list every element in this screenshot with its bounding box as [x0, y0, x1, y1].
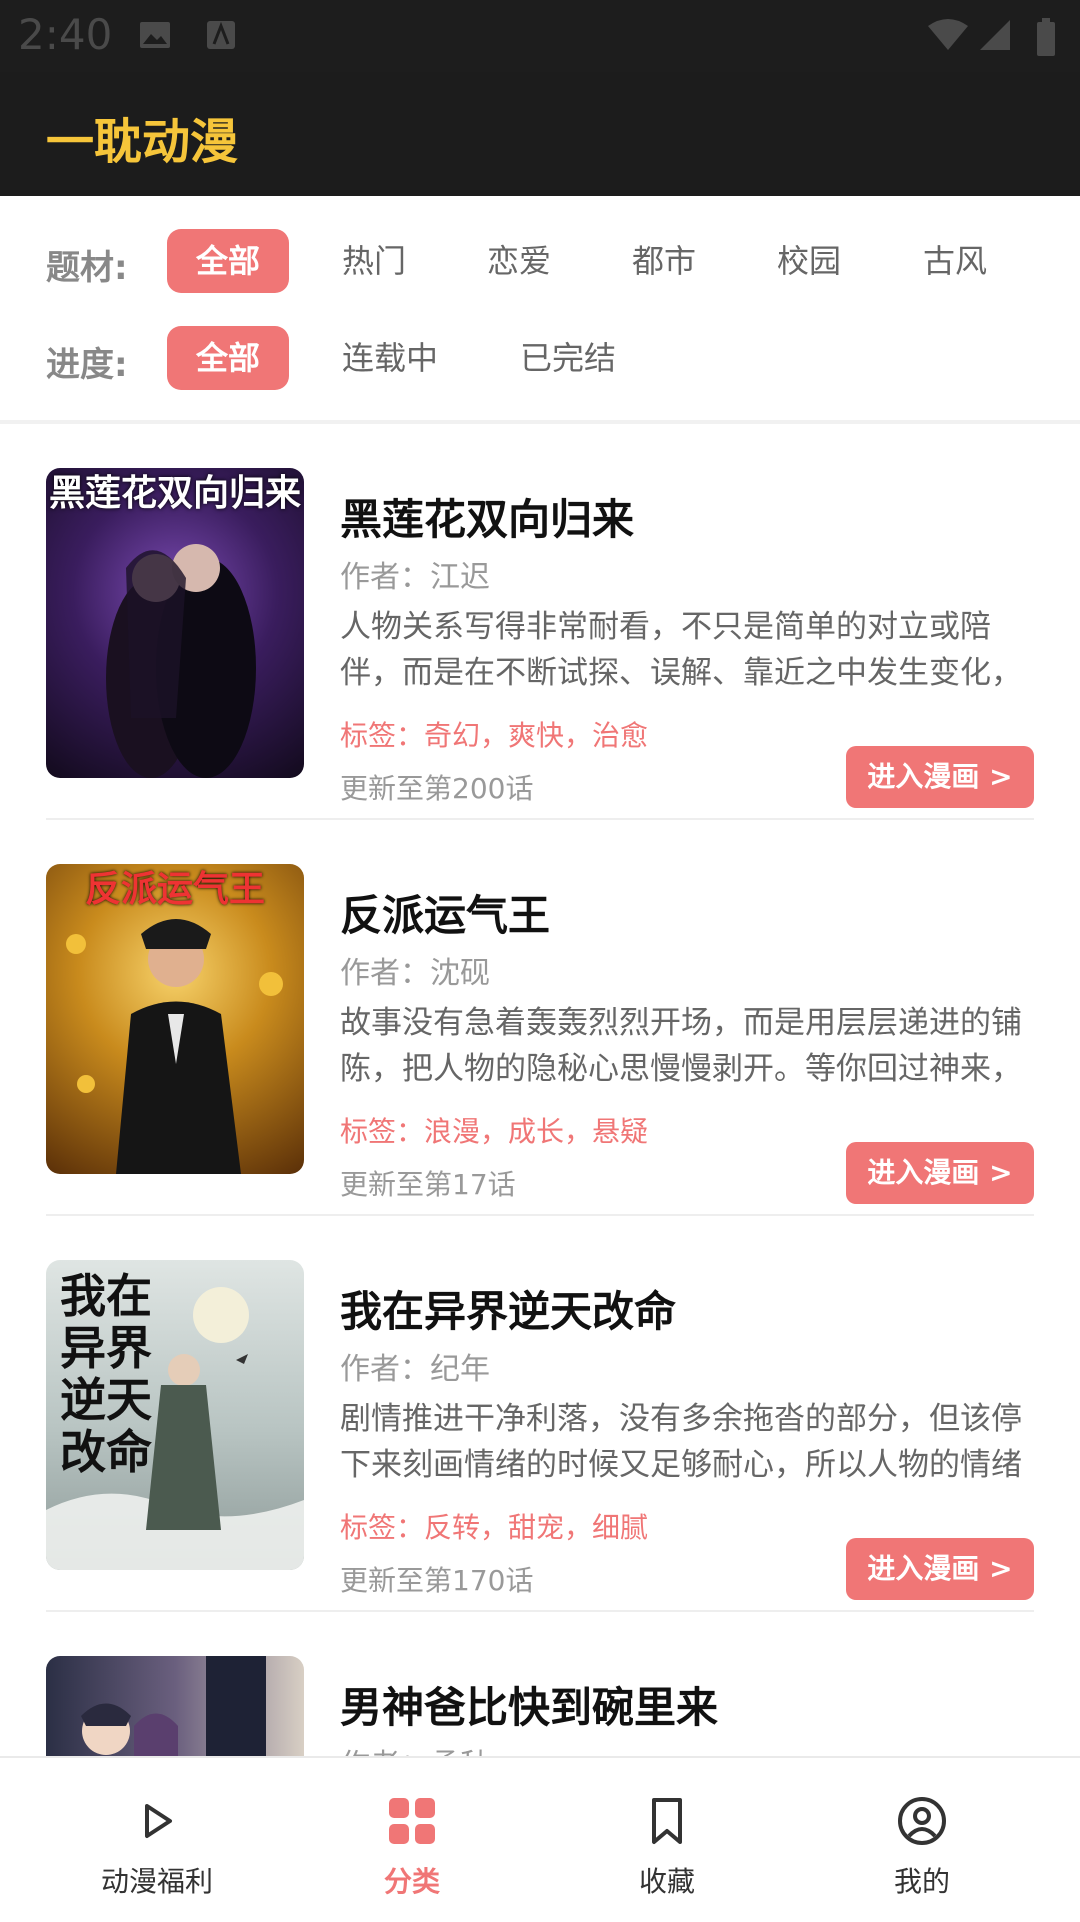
- cover-image[interactable]: 我在异界逆天改命: [46, 1260, 304, 1570]
- signal-icon: [980, 20, 1010, 50]
- app-header: 一耽动漫: [0, 72, 1080, 196]
- book-update: 更新至第17话: [340, 1168, 516, 1201]
- progress-chip-all[interactable]: 全部: [167, 326, 289, 390]
- book-author: 作者：沈砚: [340, 956, 490, 991]
- cover-title-text: 我在异界逆天改命: [60, 1269, 152, 1479]
- book-title[interactable]: 男神爸比快到碗里来: [340, 1674, 718, 1735]
- bottom-nav: 动漫福利 分类 收藏 我的: [0, 1756, 1080, 1922]
- book-description: 故事没有急着轰轰烈烈开场，而是用层层递进的铺陈，把人物的隐秘心思慢慢剥开。等你回…: [340, 1005, 1022, 1087]
- battery-icon: [1037, 18, 1055, 56]
- book-title[interactable]: 黑莲花双向归来: [340, 486, 634, 547]
- book-author: 作者：孟秋: [340, 1740, 490, 1756]
- cover-title-text: 黑莲花双向归来: [48, 473, 301, 514]
- image-icon: [140, 22, 170, 48]
- genre-chip-romance[interactable]: 恋爱: [465, 229, 573, 293]
- nav-label: 我的: [893, 1865, 950, 1898]
- cover-art-figures: [81, 1656, 266, 1756]
- book-update: 更新至第170话: [340, 1564, 534, 1597]
- book-author: 作者：纪年: [340, 1352, 490, 1387]
- book-author: 作者：江迟: [340, 560, 490, 595]
- status-bar: 2:40: [0, 0, 1080, 72]
- book-tags: 标签：奇幻，爽快，治愈: [340, 719, 649, 752]
- nav-tab-category[interactable]: 分类: [277, 1758, 547, 1922]
- cover-image[interactable]: 反派运气王: [46, 864, 304, 1174]
- accessibility-icon: [207, 21, 235, 49]
- progress-filter-label: 进度:: [46, 345, 128, 385]
- nav-tab-profile[interactable]: 我的: [787, 1758, 1057, 1922]
- enter-comic-button[interactable]: 进入漫画 >: [846, 1142, 1034, 1204]
- book-update: 更新至第200话: [340, 772, 534, 805]
- nav-label: 收藏: [638, 1865, 695, 1898]
- book-title[interactable]: 我在异界逆天改命: [340, 1278, 676, 1339]
- genre-chip-hot[interactable]: 热门: [320, 229, 428, 293]
- status-time: 2:40: [18, 10, 113, 59]
- list-item[interactable]: 男神爸比快到碗里来 作者：孟秋: [0, 1612, 1080, 1756]
- nav-tab-favorites[interactable]: 收藏: [532, 1758, 802, 1922]
- genre-filter-label: 题材:: [46, 248, 128, 288]
- enter-comic-button[interactable]: 进入漫画 >: [846, 1538, 1034, 1600]
- book-description: 人物关系写得非常耐看，不只是简单的对立或陪伴，而是在不断试探、误解、靠近之中发生…: [340, 609, 1022, 691]
- nav-label: 动漫福利: [100, 1865, 213, 1898]
- genre-chip-all[interactable]: 全部: [167, 229, 289, 293]
- nav-label: 分类: [383, 1865, 440, 1898]
- wifi-icon: [928, 19, 968, 50]
- bookmark-icon: [652, 1798, 682, 1844]
- nav-tab-welfare[interactable]: 动漫福利: [22, 1758, 292, 1922]
- filter-panel: 题材: 全部 热门 恋爱 都市 校园 古风 进度: 全部 连载中 已完结: [0, 196, 1080, 420]
- grid-icon: [389, 1798, 435, 1844]
- book-tags: 标签：浪漫，成长，悬疑: [340, 1115, 649, 1148]
- cover-image[interactable]: 黑莲花双向归来: [46, 468, 304, 778]
- play-icon: [145, 1804, 172, 1838]
- cover-title-text: 反派运气王: [84, 869, 265, 910]
- book-description: 剧情推进干净利落，没有多余拖沓的部分，但该停下来刻画情绪的时候又足够耐心，所以人…: [340, 1401, 1022, 1483]
- genre-chip-urban[interactable]: 都市: [610, 229, 718, 293]
- genre-chip-ancient[interactable]: 古风: [901, 229, 1009, 293]
- enter-comic-button[interactable]: 进入漫画 >: [846, 746, 1034, 808]
- book-tags: 标签：反转，甜宠，细腻: [340, 1511, 649, 1544]
- user-circle-icon: [898, 1797, 946, 1845]
- book-title[interactable]: 反派运气王: [340, 882, 550, 943]
- genre-filter-row: 题材: 全部 热门 恋爱 都市 校园 古风: [0, 226, 1080, 296]
- progress-filter-row: 进度: 全部 连载中 已完结: [0, 323, 1080, 393]
- genre-chip-campus[interactable]: 校园: [755, 229, 863, 293]
- list-item[interactable]: 反派运气王 反派运气王 作者：沈砚 故事没有急着轰轰烈烈开场，而是用层层递进的铺…: [0, 820, 1080, 1216]
- progress-chip-ongoing[interactable]: 连载中: [330, 326, 450, 390]
- app-title: 一耽动漫: [46, 114, 239, 170]
- cover-image[interactable]: [46, 1656, 304, 1756]
- list-item[interactable]: 黑莲花双向归来 黑莲花双向归来 作者：江迟 人物关系写得非常耐看，不只是简单的对…: [0, 424, 1080, 820]
- list-item[interactable]: 我在异界逆天改命 我在异界逆天改命 作者：纪年 剧情推进干净利落，没有多余拖沓的…: [0, 1216, 1080, 1612]
- progress-chip-finished[interactable]: 已完结: [508, 326, 628, 390]
